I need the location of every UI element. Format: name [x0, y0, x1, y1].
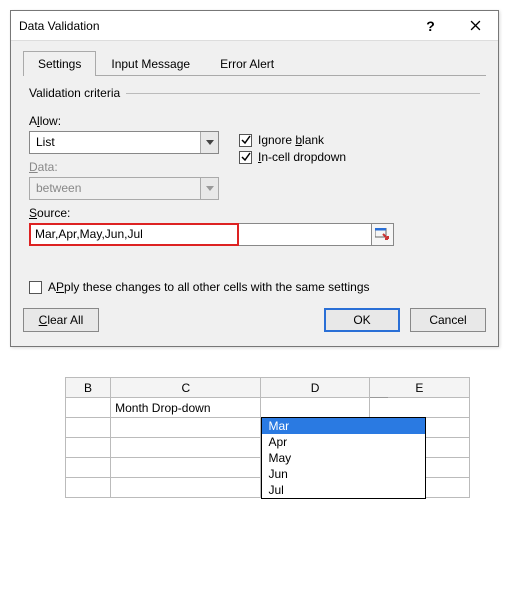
col-header-C[interactable]: C [111, 378, 261, 398]
cancel-button[interactable]: Cancel [410, 308, 486, 332]
check-icon [241, 152, 251, 162]
source-value: Mar,Apr,May,Jun,Jul [29, 223, 239, 246]
ignore-blank-label: Ignore blank [258, 133, 324, 147]
cell[interactable] [66, 418, 111, 438]
cell[interactable] [111, 438, 261, 458]
dropdown-list[interactable]: Mar Apr May Jun Jul [261, 417, 426, 499]
header-row: B C D E [66, 378, 470, 398]
chevron-down-icon [206, 140, 214, 145]
data-combo-button [200, 178, 218, 199]
dialog-title: Data Validation [11, 19, 408, 33]
titlebar: Data Validation ? [11, 11, 498, 41]
cell[interactable] [66, 438, 111, 458]
clear-all-button[interactable]: Clear All [23, 308, 99, 332]
tab-error-alert[interactable]: Error Alert [205, 51, 289, 76]
check-icon [241, 135, 251, 145]
cell[interactable] [66, 398, 111, 418]
ignore-blank-checkbox[interactable] [239, 134, 252, 147]
cell[interactable] [111, 458, 261, 478]
apply-all-checkbox[interactable] [29, 281, 42, 294]
group-label: Validation criteria [29, 86, 120, 100]
allow-combo[interactable]: List [29, 131, 219, 154]
data-value: between [30, 178, 200, 199]
cell-c2[interactable]: Month Drop-down [111, 398, 261, 418]
help-button[interactable]: ? [408, 11, 453, 41]
table-row: Month Drop-down Mar Apr May Jun Jul [66, 398, 470, 418]
tab-settings[interactable]: Settings [23, 51, 96, 76]
in-cell-dropdown-checkbox[interactable] [239, 151, 252, 164]
cell[interactable] [66, 478, 111, 498]
ignore-blank-row[interactable]: Ignore blank [239, 133, 480, 147]
in-cell-dropdown-row[interactable]: In-cell dropdown [239, 150, 480, 164]
tab-input-message[interactable]: Input Message [96, 51, 205, 76]
cell[interactable] [66, 458, 111, 478]
dropdown-option[interactable]: Jul [262, 482, 425, 498]
chevron-down-icon [206, 186, 214, 191]
ok-button[interactable]: OK [324, 308, 400, 332]
data-label: Data: [29, 160, 239, 174]
dropdown-option[interactable]: Apr [262, 434, 425, 450]
tab-panel-settings: Validation criteria Allow: List [23, 76, 486, 308]
validation-criteria-group: Validation criteria [29, 86, 480, 100]
data-validation-dialog: Data Validation ? Settings Input Message… [10, 10, 499, 347]
col-header-B[interactable]: B [66, 378, 111, 398]
allow-combo-button[interactable] [200, 132, 218, 153]
dropdown-option[interactable]: May [262, 450, 425, 466]
tab-strip: Settings Input Message Error Alert [23, 51, 486, 76]
cell[interactable] [369, 398, 469, 418]
in-cell-dropdown-label: In-cell dropdown [258, 150, 346, 164]
dialog-body: Settings Input Message Error Alert Valid… [11, 41, 498, 346]
dropdown-option[interactable]: Mar [262, 418, 425, 434]
allow-value: List [30, 132, 200, 153]
dropdown-option[interactable]: Jun [262, 466, 425, 482]
cell[interactable] [111, 418, 261, 438]
cell-d2[interactable]: Mar Apr May Jun Jul [261, 398, 369, 418]
cell[interactable] [111, 478, 261, 498]
col-header-E[interactable]: E [369, 378, 469, 398]
source-label: Source: [29, 206, 239, 220]
col-header-D[interactable]: D [261, 378, 369, 398]
allow-label: Allow: [29, 114, 239, 128]
sheet-table: B C D E Month Drop-down Mar Apr May Jun … [65, 377, 470, 498]
close-icon [470, 20, 481, 31]
apply-all-row[interactable]: APply these changes to all other cells w… [29, 280, 480, 294]
apply-all-label: APply these changes to all other cells w… [48, 280, 370, 294]
dialog-buttons: Clear All OK Cancel [23, 308, 486, 334]
group-divider [126, 93, 480, 94]
spreadsheet-preview: B C D E Month Drop-down Mar Apr May Jun … [65, 377, 470, 498]
data-combo: between [29, 177, 219, 200]
close-button[interactable] [453, 11, 498, 41]
